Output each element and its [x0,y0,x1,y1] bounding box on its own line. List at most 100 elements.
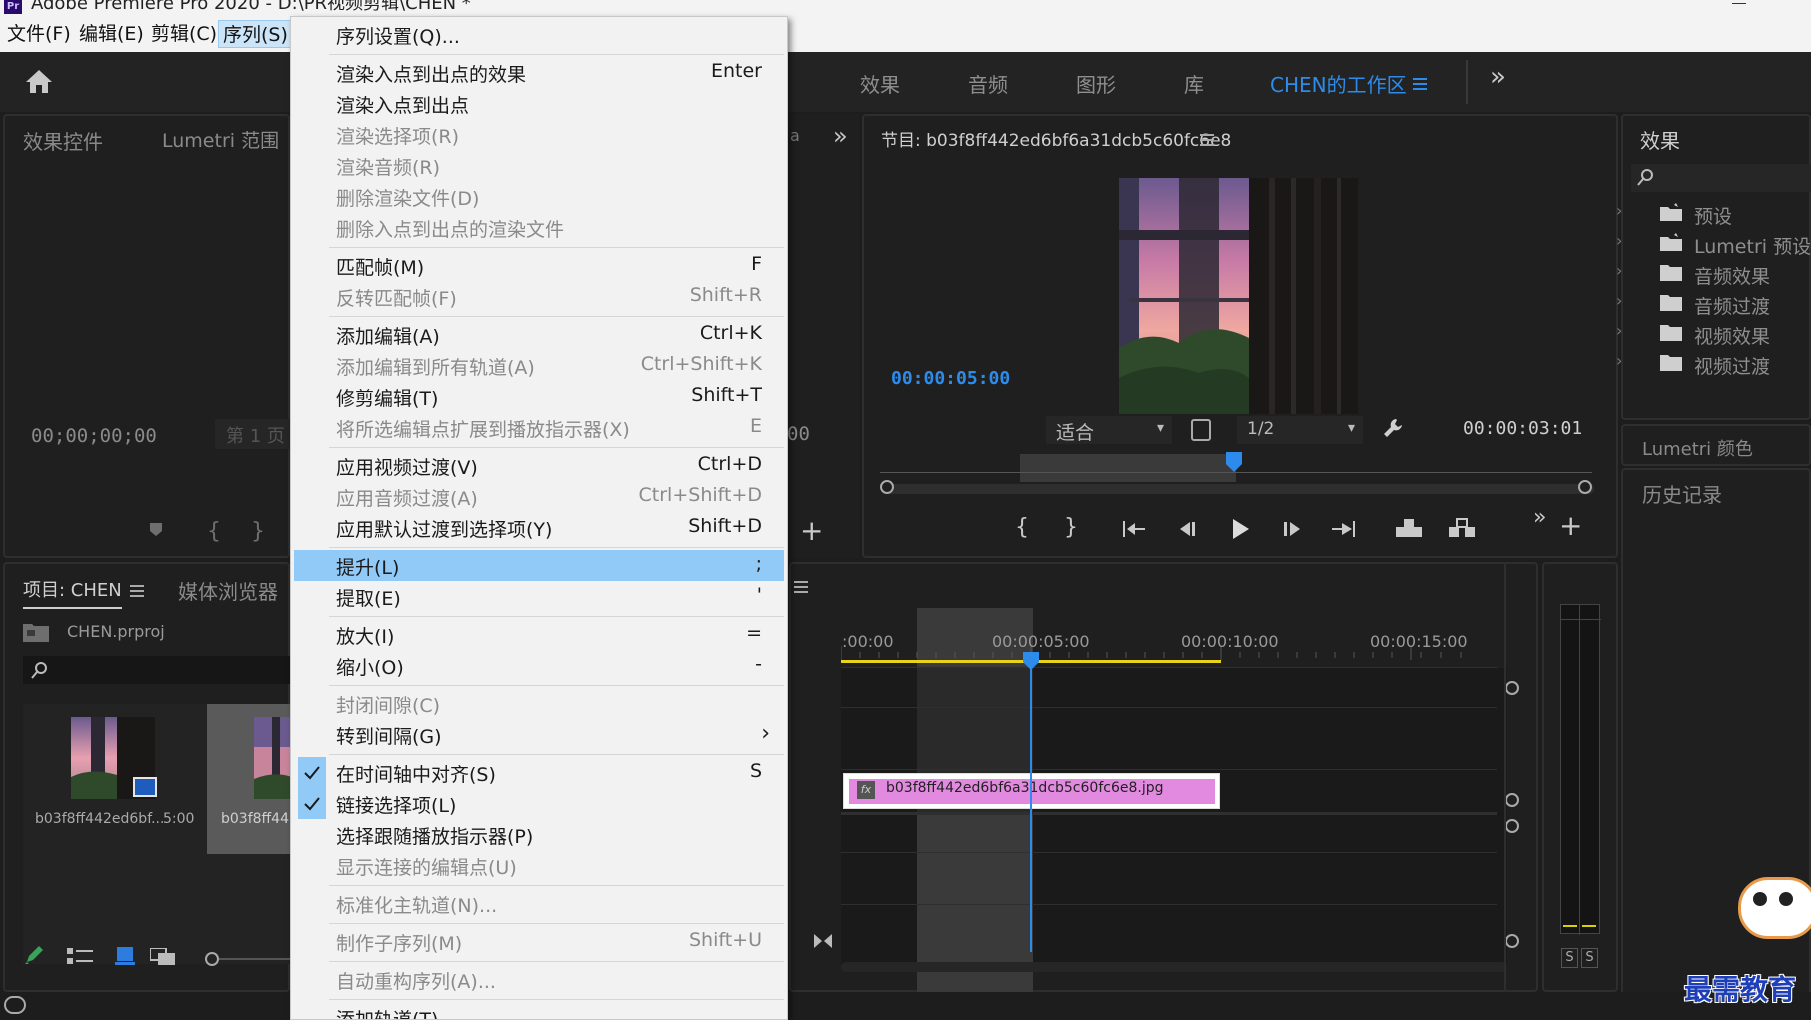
menu-item-extend-edit-to-playhead[interactable]: 将所选编辑点扩展到播放指示器(X) E [294,412,784,443]
menu-item-trim-edit[interactable]: 修剪编辑(T) Shift+T [294,381,784,412]
effects-search-input[interactable] [1631,164,1811,192]
workspace-tab-graphics[interactable]: 图形 [1076,69,1116,98]
tab-media-browser[interactable]: 媒体浏览器 [178,576,278,605]
resolution-dropdown[interactable]: 1/2 ▾ [1237,416,1363,444]
zoom-track-icon[interactable] [814,934,832,948]
playhead-marker-icon[interactable] [1226,452,1242,472]
step-forward-icon[interactable] [1282,519,1304,539]
menu-item-add-edit-all-tracks[interactable]: 添加编辑到所有轨道(A) Ctrl+Shift+K [294,350,784,381]
workspace-tab-audio[interactable]: 音频 [968,69,1008,98]
tab-project[interactable]: 项目: CHEN [23,576,122,609]
add-button-icon[interactable]: + [1559,509,1582,542]
play-icon[interactable] [1231,518,1251,540]
solo-left-button[interactable]: S [1561,948,1578,968]
page-selector[interactable]: 第 1 页 [215,419,295,449]
program-timecode[interactable]: 00:00:05:00 [891,368,1010,389]
playhead-handle-icon[interactable] [1023,652,1039,670]
menu-item-show-through-edits[interactable]: 显示连接的编辑点(U) [294,850,784,881]
pencil-icon[interactable] [23,944,45,966]
menu-item-zoom-out[interactable]: 缩小(O) - [294,650,784,681]
zoom-slider[interactable] [205,952,295,966]
timeline-menu-icon[interactable] [794,581,808,593]
menu-item-apply-default-transitions[interactable]: 应用默认过渡到选择项(Y) Shift+D [294,512,784,543]
menu-item-extract[interactable]: 提取(E) ' [294,581,784,612]
zoom-bar[interactable] [882,484,1594,494]
project-search-input[interactable] [23,656,292,684]
program-ruler[interactable] [880,450,1594,494]
menu-item-render-selection[interactable]: 渲染选择项(R) [294,119,784,150]
lift-icon[interactable] [1394,517,1424,539]
menu-sequence[interactable]: 序列(S) [218,20,293,48]
tab-lumetri-scopes[interactable]: Lumetri 范围 [162,126,279,153]
marker-icon[interactable] [148,521,164,537]
history-title[interactable]: 历史记录 [1642,479,1722,508]
playhead[interactable] [1030,652,1032,952]
icon-view-icon[interactable] [115,947,135,965]
menu-item-add-edit[interactable]: 添加编辑(A) Ctrl+K [294,319,784,350]
go-to-in-icon[interactable] [1123,519,1147,539]
zoom-handle-left[interactable] [880,480,894,494]
menu-item-add-tracks[interactable]: 添加轨道(T) [294,1002,784,1019]
button-overflow-icon[interactable]: » [1533,505,1546,530]
zoom-slider-handle[interactable] [205,952,219,966]
list-view-icon[interactable] [67,948,93,966]
home-icon[interactable] [24,68,54,94]
timeline-scrollbar[interactable] [841,962,1507,972]
menu-item-sequence-settings[interactable]: 序列设置(Q)... [294,19,784,50]
minimize-icon[interactable] [1732,3,1746,4]
program-title[interactable]: 节目: b03f8ff442ed6bf6a31dcb5c60fc6e8 [881,126,1231,151]
program-menu-icon[interactable] [1200,134,1214,146]
menu-file[interactable]: 文件(F) [3,20,75,48]
menu-item-delete-render-files-in-out[interactable]: 删除入点到出点的渲染文件 [294,212,784,243]
menu-item-delete-render-files[interactable]: 删除渲染文件(D) [294,181,784,212]
freeform-view-icon[interactable] [150,948,176,966]
track-handle[interactable] [1505,934,1519,948]
panel-overflow-icon[interactable]: » [833,122,848,150]
menu-item-auto-reframe-sequence[interactable]: 自动重构序列(A)... [294,964,784,995]
effects-title[interactable]: 效果 [1640,125,1680,154]
fit-dropdown[interactable]: 适合 ▾ [1046,416,1172,444]
workspace-menu-icon[interactable] [1413,78,1427,90]
program-video-frame[interactable] [1119,178,1358,414]
lumetri-color-title[interactable]: Lumetri 颜色 [1642,435,1753,461]
menu-item-match-frame[interactable]: 匹配帧(M) F [294,250,784,281]
track-handle[interactable] [1505,793,1519,807]
solo-right-button[interactable]: S [1581,948,1598,968]
menu-item-make-subsequence[interactable]: 制作子序列(M) Shift+U [294,926,784,957]
menu-item-zoom-in[interactable]: 放大(I) = [294,619,784,650]
menu-item-apply-audio-transition[interactable]: 应用音频过渡(A) Ctrl+Shift+D [294,481,784,512]
menu-item-close-gap[interactable]: 封闭间隙(C) [294,688,784,719]
menu-item-render-in-out[interactable]: 渲染入点到出点 [294,88,784,119]
menu-item-reverse-match-frame[interactable]: 反转匹配帧(F) Shift+R [294,281,784,312]
mark-in-icon[interactable]: { [1015,515,1029,540]
menu-item-linked-selection[interactable]: 链接选择项(L) [294,788,784,819]
creative-cloud-icon[interactable] [4,996,26,1014]
step-back-icon[interactable] [1176,519,1198,539]
menu-item-snap-in-timeline[interactable]: 在时间轴中对齐(S) S [294,757,784,788]
mark-out-icon[interactable]: } [251,519,265,544]
mark-out-icon[interactable]: } [1064,515,1078,540]
menu-item-render-effects-in-out[interactable]: 渲染入点到出点的效果 Enter [294,57,784,88]
track-handle[interactable] [1505,681,1519,695]
go-to-out-icon[interactable] [1332,519,1356,539]
project-menu-icon[interactable] [130,585,144,597]
workspace-tab-chen[interactable]: CHEN的工作区 [1270,69,1407,98]
wrench-icon[interactable] [1382,417,1404,439]
add-button-icon[interactable]: + [800,514,823,547]
project-item-selected[interactable]: b03f8ff442e [207,704,307,854]
track-handle[interactable] [1505,819,1519,833]
menu-item-render-audio[interactable]: 渲染音频(R) [294,150,784,181]
safe-margins-icon[interactable] [1191,419,1211,441]
menu-item-lift[interactable]: 提升(L); [294,550,784,581]
extract-icon[interactable] [1447,517,1477,539]
menu-item-selection-follows-playhead[interactable]: 选择跟随播放指示器(P) [294,819,784,850]
menu-clip[interactable]: 剪辑(C) [147,20,221,48]
menu-item-apply-video-transition[interactable]: 应用视频过渡(V) Ctrl+D [294,450,784,481]
workspace-overflow-icon[interactable]: » [1490,62,1506,92]
tab-effect-controls[interactable]: 效果控件 [23,126,103,155]
source-timecode[interactable]: 00;00;00;00 [31,425,157,447]
workspace-tab-effects[interactable]: 效果 [860,69,900,98]
zoom-handle-right[interactable] [1578,480,1592,494]
project-item[interactable]: b03f8ff442ed6bf... 5:00 [23,704,203,854]
menu-item-go-to-gap[interactable]: 转到间隔(G) › [294,719,784,750]
